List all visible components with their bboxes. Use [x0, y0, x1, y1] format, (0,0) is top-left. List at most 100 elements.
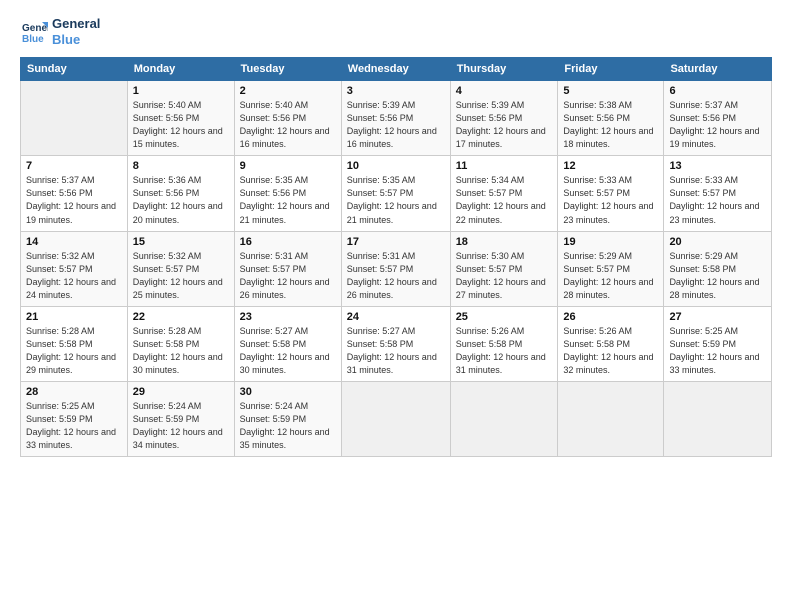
header-cell-monday: Monday	[127, 58, 234, 81]
day-info: Sunrise: 5:32 AM Sunset: 5:57 PM Dayligh…	[133, 250, 229, 302]
day-number: 30	[240, 386, 336, 398]
header: General Blue General Blue	[20, 16, 772, 47]
day-cell	[558, 381, 664, 456]
day-info: Sunrise: 5:37 AM Sunset: 5:56 PM Dayligh…	[669, 99, 766, 151]
day-cell: 24Sunrise: 5:27 AM Sunset: 5:58 PM Dayli…	[341, 306, 450, 381]
calendar-table: SundayMondayTuesdayWednesdayThursdayFrid…	[20, 57, 772, 457]
day-number: 5	[563, 85, 658, 97]
day-cell	[341, 381, 450, 456]
day-number: 16	[240, 236, 336, 248]
day-info: Sunrise: 5:25 AM Sunset: 5:59 PM Dayligh…	[669, 325, 766, 377]
day-info: Sunrise: 5:35 AM Sunset: 5:57 PM Dayligh…	[347, 174, 445, 226]
day-cell: 11 Sunrise: 5:34 AM Sunset: 5:57 PM Dayli…	[450, 156, 558, 231]
day-cell: 2Sunrise: 5:40 AM Sunset: 5:56 PM Daylig…	[234, 81, 341, 156]
day-cell: 27 Sunrise: 5:25 AM Sunset: 5:59 PM Dayli…	[664, 306, 772, 381]
day-cell: 19 Sunrise: 5:29 AM Sunset: 5:57 PM Dayli…	[558, 231, 664, 306]
day-number: 11	[456, 160, 553, 172]
day-cell: 22 Sunrise: 5:28 AM Sunset: 5:58 PM Dayli…	[127, 306, 234, 381]
svg-text:Blue: Blue	[22, 34, 44, 45]
day-number: 27	[669, 311, 766, 323]
day-info: Sunrise: 5:29 AM Sunset: 5:58 PM Dayligh…	[669, 250, 766, 302]
day-cell: 23Sunrise: 5:27 AM Sunset: 5:58 PM Dayli…	[234, 306, 341, 381]
day-cell: 26 Sunrise: 5:26 AM Sunset: 5:58 PM Dayli…	[558, 306, 664, 381]
day-cell: 16 Sunrise: 5:31 AM Sunset: 5:57 PM Dayli…	[234, 231, 341, 306]
day-cell: 4 Sunrise: 5:39 AM Sunset: 5:56 PM Daylig…	[450, 81, 558, 156]
logo: General Blue General Blue	[20, 16, 100, 47]
day-cell: 13 Sunrise: 5:33 AM Sunset: 5:57 PM Dayli…	[664, 156, 772, 231]
day-info: Sunrise: 5:33 AM Sunset: 5:57 PM Dayligh…	[669, 174, 766, 226]
day-cell: 17 Sunrise: 5:31 AM Sunset: 5:57 PM Dayli…	[341, 231, 450, 306]
day-info: Sunrise: 5:31 AM Sunset: 5:57 PM Dayligh…	[240, 250, 336, 302]
day-number: 25	[456, 311, 553, 323]
day-info: Sunrise: 5:26 AM Sunset: 5:58 PM Dayligh…	[456, 325, 553, 377]
day-number: 23	[240, 311, 336, 323]
day-info: Sunrise: 5:39 AM Sunset: 5:56 PM Dayligh…	[456, 99, 553, 151]
day-info: Sunrise: 5:40 AM Sunset: 5:56 PM Dayligh…	[133, 99, 229, 151]
day-info: Sunrise: 5:26 AM Sunset: 5:58 PM Dayligh…	[563, 325, 658, 377]
day-info: Sunrise: 5:36 AM Sunset: 5:56 PM Dayligh…	[133, 174, 229, 226]
week-row-1: 1Sunrise: 5:40 AM Sunset: 5:56 PM Daylig…	[21, 81, 772, 156]
day-info: Sunrise: 5:40 AM Sunset: 5:56 PM Dayligh…	[240, 99, 336, 151]
page: General Blue General Blue SundayMondayTu…	[0, 0, 792, 612]
week-row-4: 21Sunrise: 5:28 AM Sunset: 5:58 PM Dayli…	[21, 306, 772, 381]
day-number: 15	[133, 236, 229, 248]
day-info: Sunrise: 5:24 AM Sunset: 5:59 PM Dayligh…	[133, 400, 229, 452]
day-number: 18	[456, 236, 553, 248]
day-number: 19	[563, 236, 658, 248]
day-number: 22	[133, 311, 229, 323]
day-number: 7	[26, 160, 122, 172]
day-info: Sunrise: 5:27 AM Sunset: 5:58 PM Dayligh…	[347, 325, 445, 377]
svg-text:General: General	[22, 23, 48, 34]
day-info: Sunrise: 5:39 AM Sunset: 5:56 PM Dayligh…	[347, 99, 445, 151]
day-info: Sunrise: 5:33 AM Sunset: 5:57 PM Dayligh…	[563, 174, 658, 226]
week-row-5: 28 Sunrise: 5:25 AM Sunset: 5:59 PM Dayli…	[21, 381, 772, 456]
header-cell-thursday: Thursday	[450, 58, 558, 81]
day-info: Sunrise: 5:24 AM Sunset: 5:59 PM Dayligh…	[240, 400, 336, 452]
day-cell: 30 Sunrise: 5:24 AM Sunset: 5:59 PM Dayli…	[234, 381, 341, 456]
day-cell: 7 Sunrise: 5:37 AM Sunset: 5:56 PM Daylig…	[21, 156, 128, 231]
day-number: 26	[563, 311, 658, 323]
day-number: 6	[669, 85, 766, 97]
day-number: 4	[456, 85, 553, 97]
day-number: 17	[347, 236, 445, 248]
day-cell: 6 Sunrise: 5:37 AM Sunset: 5:56 PM Daylig…	[664, 81, 772, 156]
day-cell	[21, 81, 128, 156]
day-number: 3	[347, 85, 445, 97]
day-cell: 25 Sunrise: 5:26 AM Sunset: 5:58 PM Dayli…	[450, 306, 558, 381]
day-cell: 14 Sunrise: 5:32 AM Sunset: 5:57 PM Dayli…	[21, 231, 128, 306]
header-cell-tuesday: Tuesday	[234, 58, 341, 81]
week-row-2: 7 Sunrise: 5:37 AM Sunset: 5:56 PM Daylig…	[21, 156, 772, 231]
header-cell-sunday: Sunday	[21, 58, 128, 81]
day-cell: 15 Sunrise: 5:32 AM Sunset: 5:57 PM Dayli…	[127, 231, 234, 306]
week-row-3: 14 Sunrise: 5:32 AM Sunset: 5:57 PM Dayli…	[21, 231, 772, 306]
day-number: 20	[669, 236, 766, 248]
day-info: Sunrise: 5:35 AM Sunset: 5:56 PM Dayligh…	[240, 174, 336, 226]
day-cell: 9Sunrise: 5:35 AM Sunset: 5:56 PM Daylig…	[234, 156, 341, 231]
day-info: Sunrise: 5:25 AM Sunset: 5:59 PM Dayligh…	[26, 400, 122, 452]
day-cell: 1Sunrise: 5:40 AM Sunset: 5:56 PM Daylig…	[127, 81, 234, 156]
day-number: 12	[563, 160, 658, 172]
day-number: 10	[347, 160, 445, 172]
header-row: SundayMondayTuesdayWednesdayThursdayFrid…	[21, 58, 772, 81]
day-cell: 12 Sunrise: 5:33 AM Sunset: 5:57 PM Dayli…	[558, 156, 664, 231]
day-number: 29	[133, 386, 229, 398]
day-info: Sunrise: 5:28 AM Sunset: 5:58 PM Dayligh…	[133, 325, 229, 377]
day-cell: 28 Sunrise: 5:25 AM Sunset: 5:59 PM Dayli…	[21, 381, 128, 456]
day-info: Sunrise: 5:29 AM Sunset: 5:57 PM Dayligh…	[563, 250, 658, 302]
day-info: Sunrise: 5:37 AM Sunset: 5:56 PM Dayligh…	[26, 174, 122, 226]
day-cell: 5Sunrise: 5:38 AM Sunset: 5:56 PM Daylig…	[558, 81, 664, 156]
day-number: 14	[26, 236, 122, 248]
day-info: Sunrise: 5:32 AM Sunset: 5:57 PM Dayligh…	[26, 250, 122, 302]
day-info: Sunrise: 5:34 AM Sunset: 5:57 PM Dayligh…	[456, 174, 553, 226]
day-cell: 8 Sunrise: 5:36 AM Sunset: 5:56 PM Daylig…	[127, 156, 234, 231]
day-info: Sunrise: 5:31 AM Sunset: 5:57 PM Dayligh…	[347, 250, 445, 302]
day-number: 8	[133, 160, 229, 172]
day-cell: 18Sunrise: 5:30 AM Sunset: 5:57 PM Dayli…	[450, 231, 558, 306]
day-cell: 20 Sunrise: 5:29 AM Sunset: 5:58 PM Dayli…	[664, 231, 772, 306]
day-cell: 3 Sunrise: 5:39 AM Sunset: 5:56 PM Daylig…	[341, 81, 450, 156]
day-number: 28	[26, 386, 122, 398]
day-number: 13	[669, 160, 766, 172]
logo-general: General	[52, 16, 100, 32]
day-cell: 29 Sunrise: 5:24 AM Sunset: 5:59 PM Dayli…	[127, 381, 234, 456]
day-info: Sunrise: 5:28 AM Sunset: 5:58 PM Dayligh…	[26, 325, 122, 377]
